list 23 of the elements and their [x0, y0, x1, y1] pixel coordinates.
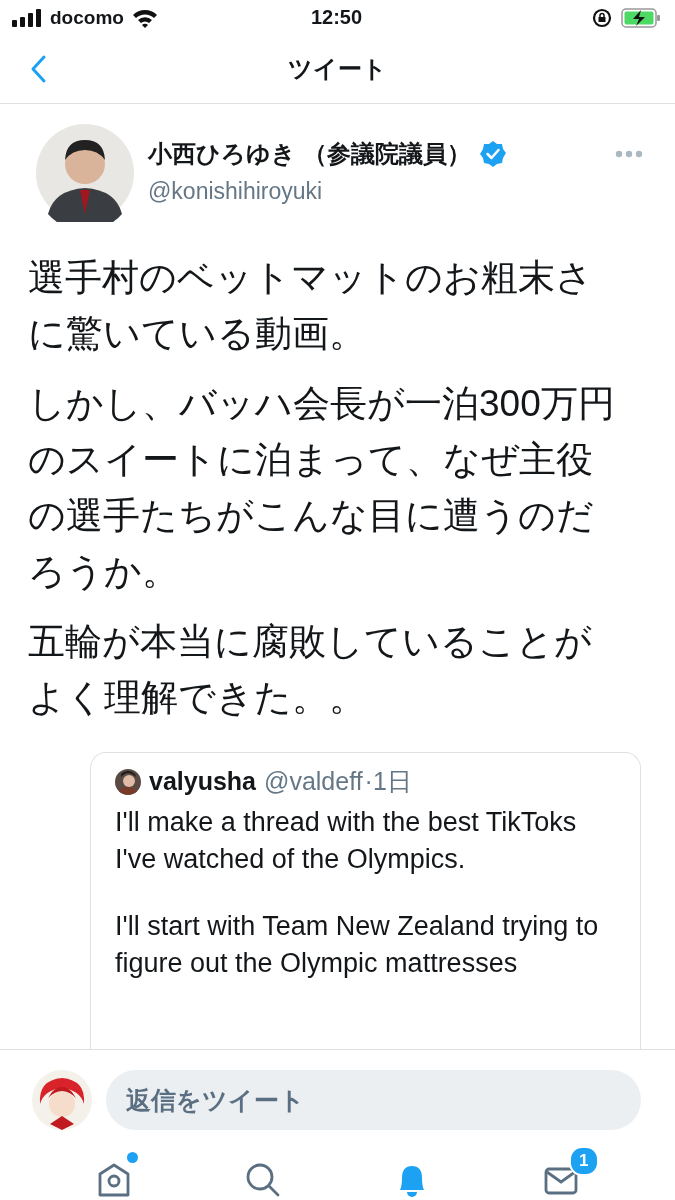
author-name: 小西ひろゆき （参議院議員） [148, 139, 471, 169]
unread-badge: 1 [568, 1146, 599, 1176]
page-title: ツイート [288, 54, 387, 84]
avatar-icon [32, 1070, 92, 1130]
quoted-text: I'll make a thread with the best TikToks I've watched of the Olympics. [115, 806, 578, 876]
wifi-icon [131, 7, 158, 28]
rotation-lock-icon [591, 6, 613, 29]
quoted-author-handle: @valdeff [264, 767, 363, 796]
status-time: 12:50 [310, 6, 363, 29]
tweet-text: 選手村のベットマットのお粗末さに驚いている動画。 [28, 256, 594, 356]
signal-icon [12, 8, 42, 27]
battery-icon [621, 6, 661, 29]
quoted-tweet[interactable]: valyusha @valdeff·1日 I'll make a thread with the best TikToks I've watched of the Olympics. I'll start with Team New Zealand trying to figure out the Olympic mattresses [90, 752, 641, 1049]
quoted-time: ·1日 [364, 766, 412, 797]
carrier-name: docomo [50, 6, 124, 29]
reply-field[interactable]: 返信をツイート [106, 1070, 641, 1130]
avatar-icon [115, 768, 141, 795]
author-handle: @konishihiroyuki [148, 178, 324, 205]
quoted-author-name: valyusha [149, 767, 256, 796]
tweet-text: 五輪が本当に腐敗していることがよく理解できた。。 [28, 620, 593, 720]
avatar-icon [36, 124, 134, 222]
tweet-text: しかし、バッハ会長が一泊300万円のスイートに泊まって、なぜ主役の選手たちがこんな目に遭うのだろうか。 [28, 382, 616, 594]
quoted-text: I'll start with Team New Zealand trying to figure out the Olympic mattresses [115, 910, 600, 980]
